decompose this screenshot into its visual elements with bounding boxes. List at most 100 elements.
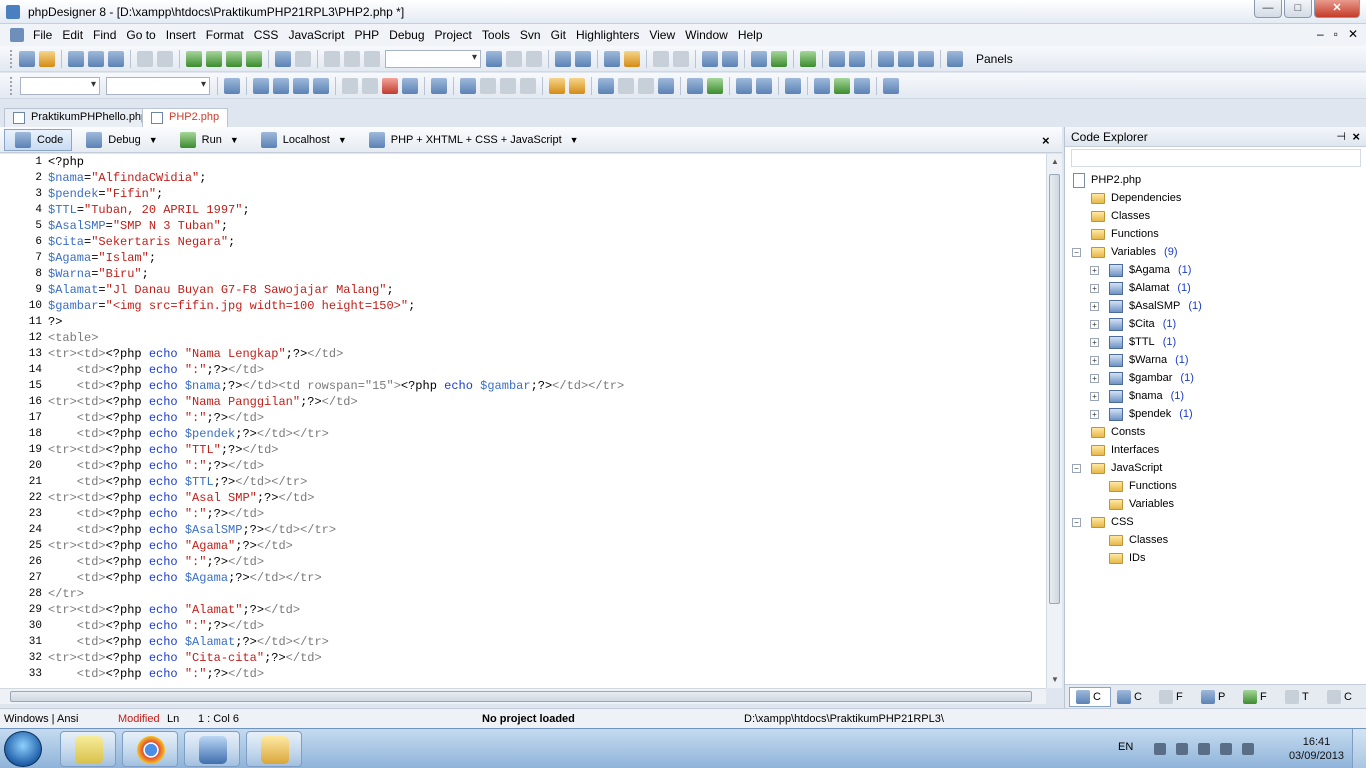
code-line[interactable]: 32 <tr><td><?php echo "Cita-cita";?></td>: [0, 650, 1046, 666]
document-icon[interactable]: [10, 28, 24, 42]
tree-node[interactable]: − JavaScript: [1072, 459, 1162, 477]
volume-icon[interactable]: [1242, 743, 1254, 755]
filter-clear-icon[interactable]: [575, 50, 591, 67]
tree-node[interactable]: Interfaces: [1091, 441, 1159, 459]
menu-format[interactable]: Format: [201, 25, 249, 45]
div-icon[interactable]: [785, 77, 801, 94]
panels-button[interactable]: Panels: [971, 49, 1018, 69]
menu-css[interactable]: CSS: [249, 25, 284, 45]
doc-close-button[interactable]: ✕: [1348, 27, 1358, 41]
tree-node[interactable]: + $pendek (1): [1090, 405, 1193, 423]
split-vertical-icon[interactable]: [898, 50, 914, 67]
snippet-icon[interactable]: [702, 50, 718, 67]
scroll-down-icon[interactable]: ▼: [1047, 672, 1063, 688]
form-insert-icon[interactable]: [273, 77, 289, 94]
tree-node[interactable]: Functions: [1091, 225, 1159, 243]
editor-close-icon[interactable]: ×: [1042, 133, 1050, 148]
cascade-icon[interactable]: [918, 50, 934, 67]
code-line[interactable]: 8 $Warna="Biru";: [0, 266, 1046, 282]
checkbox-icon[interactable]: [658, 77, 674, 94]
find-icon[interactable]: [506, 50, 522, 67]
tree-node[interactable]: − Variables (9): [1072, 243, 1178, 261]
menu-git[interactable]: Git: [546, 25, 571, 45]
wrap-icon[interactable]: [224, 77, 240, 94]
code-line[interactable]: 20 <td><?php echo ":";?></td>: [0, 458, 1046, 474]
language-indicator[interactable]: EN: [1118, 741, 1133, 753]
run-script-icon[interactable]: [834, 77, 850, 94]
tree-node[interactable]: Classes: [1091, 207, 1150, 225]
doc-restore-button[interactable]: ▫: [1334, 27, 1338, 41]
tree-node[interactable]: + $AsalSMP (1): [1090, 297, 1202, 315]
expand-icon[interactable]: +: [1090, 373, 1099, 383]
localhost-button[interactable]: Localhost ▼: [251, 129, 355, 151]
tree-node[interactable]: + $TTL (1): [1090, 333, 1176, 351]
expand-icon[interactable]: +: [1090, 337, 1099, 347]
code-line[interactable]: 13 <tr><td><?php echo "Nama Lengkap";?></…: [0, 346, 1046, 362]
expand-icon[interactable]: +: [1090, 319, 1099, 329]
jump-icon[interactable]: [431, 77, 447, 94]
go-icon[interactable]: [486, 50, 502, 67]
tab-praktikum-hello[interactable]: PraktikumPHPhello.php: [4, 108, 157, 127]
server-icon[interactable]: [854, 77, 870, 94]
code-line[interactable]: 1 <?php: [0, 154, 1046, 170]
code-collapse-icon[interactable]: [638, 77, 654, 94]
inspector-icon[interactable]: [722, 50, 738, 67]
tree-node[interactable]: Variables: [1109, 495, 1174, 513]
save-all-icon[interactable]: [108, 50, 124, 67]
help-globe-icon[interactable]: [771, 50, 787, 67]
options-icon[interactable]: [883, 77, 899, 94]
expand-icon[interactable]: +: [1090, 409, 1099, 419]
menu-file[interactable]: File: [28, 25, 57, 45]
code-line[interactable]: 12 <table>: [0, 330, 1046, 346]
doc-minimize-button[interactable]: –: [1317, 27, 1324, 41]
search-combo[interactable]: [385, 49, 481, 68]
menu-edit[interactable]: Edit: [57, 25, 88, 45]
chevron-down-icon[interactable]: ▼: [338, 135, 347, 145]
toolbar-grip[interactable]: [10, 76, 13, 95]
menu-goto[interactable]: Go to: [121, 25, 160, 45]
code-line[interactable]: 30 <td><?php echo ":";?></td>: [0, 618, 1046, 634]
chevron-down-icon[interactable]: ▼: [230, 135, 239, 145]
size-combo[interactable]: [106, 76, 210, 95]
minimize-button[interactable]: —: [1254, 0, 1282, 18]
paste-icon[interactable]: [364, 50, 380, 67]
tree-node[interactable]: + $Cita (1): [1090, 315, 1176, 333]
print-icon[interactable]: [137, 50, 153, 67]
expand-icon[interactable]: +: [1090, 265, 1099, 275]
code-unfold-icon[interactable]: [618, 77, 634, 94]
code-line[interactable]: 16 <tr><td><?php echo "Nama Panggilan";?>…: [0, 394, 1046, 410]
save-icon[interactable]: [68, 50, 84, 67]
code-line[interactable]: 11 ?>: [0, 314, 1046, 330]
code-line[interactable]: 33 <td><?php echo ":";?></td>: [0, 666, 1046, 682]
menu-view[interactable]: View: [644, 25, 680, 45]
code-line[interactable]: 2 $nama="AlfindaCWidia";: [0, 170, 1046, 186]
start-button[interactable]: [4, 731, 42, 767]
close-icon[interactable]: ×: [1352, 129, 1360, 144]
cut-icon[interactable]: [324, 50, 340, 67]
font-combo[interactable]: [20, 76, 100, 95]
tree-node[interactable]: + $nama (1): [1090, 387, 1184, 405]
tool-copy-icon[interactable]: [362, 77, 378, 94]
taskbar-app-phpdesigner[interactable]: [184, 731, 240, 767]
back-icon[interactable]: [653, 50, 669, 67]
web-search-icon[interactable]: [226, 50, 242, 67]
tree-node[interactable]: Consts: [1091, 423, 1145, 441]
collapse-icon[interactable]: −: [1072, 517, 1081, 527]
menu-svn[interactable]: Svn: [515, 25, 546, 45]
scroll-thumb[interactable]: [1049, 174, 1060, 604]
tab-ftp[interactable]: F: [1237, 687, 1279, 707]
expand-icon[interactable]: +: [1090, 355, 1099, 365]
taskbar-app-explorer[interactable]: [246, 731, 302, 767]
panel-left-icon[interactable]: [829, 50, 845, 67]
expand-icon[interactable]: +: [1090, 283, 1099, 293]
chars-icon[interactable]: [402, 77, 418, 94]
code-explorer-filter[interactable]: [1071, 149, 1361, 167]
code-line[interactable]: 29 <tr><td><?php echo "Alamat";?></td>: [0, 602, 1046, 618]
chevron-down-icon[interactable]: ▼: [570, 135, 579, 145]
code-line[interactable]: 15 <td><?php echo $nama;?></td><td rowsp…: [0, 378, 1046, 394]
scroll-thumb[interactable]: [10, 691, 1032, 702]
code-line[interactable]: 18 <td><?php echo $pendek;?></td></tr>: [0, 426, 1046, 442]
template-icon[interactable]: [313, 77, 329, 94]
tab-project[interactable]: P: [1195, 687, 1237, 707]
menu-insert[interactable]: Insert: [161, 25, 201, 45]
